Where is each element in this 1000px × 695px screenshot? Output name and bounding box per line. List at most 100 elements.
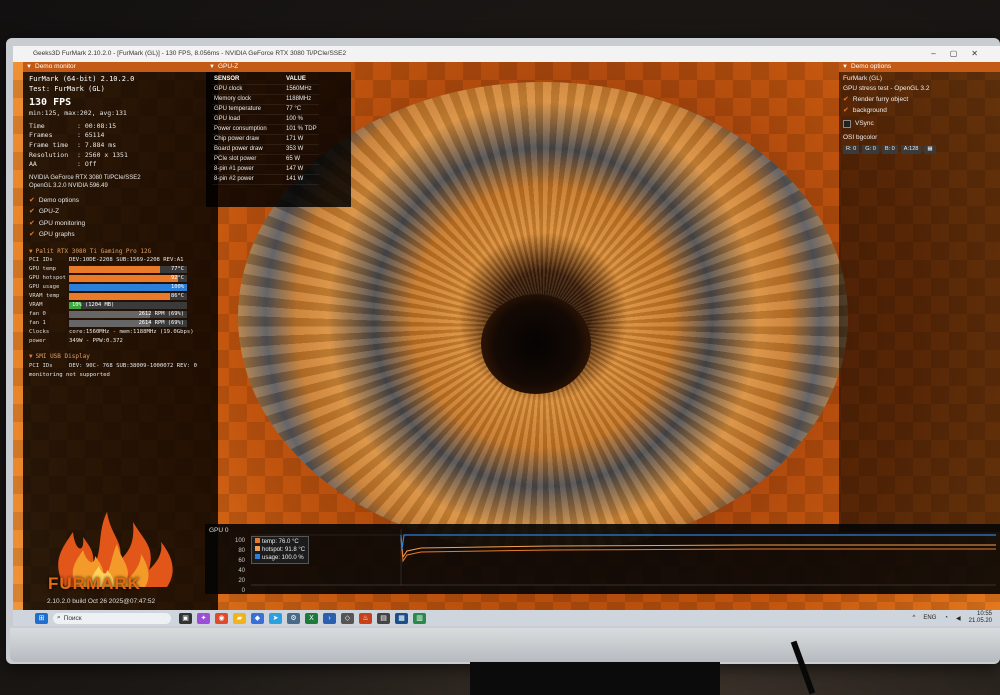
smi-header[interactable]: ▼ SMI USB Display <box>29 352 212 362</box>
power-row: power 349W - PPW:0.372 <box>29 338 123 345</box>
gpuz-sensor-value: 353 W <box>284 144 319 155</box>
render-furry-checkbox[interactable]: ✔ Render furry object <box>843 94 996 105</box>
stat-row: AA: Off <box>29 160 212 170</box>
sensor-row: GPU hotspot 92°C <box>29 274 212 283</box>
collapse-triangle-icon[interactable]: ▼ <box>29 352 33 362</box>
option-label: Demo options <box>38 196 79 204</box>
fps-readout: 130 FPS <box>29 97 72 109</box>
collapse-triangle-icon[interactable]: ▼ <box>26 62 32 72</box>
option-label: GPU-Z <box>38 208 60 216</box>
checkmark-icon: ✔ <box>29 219 35 227</box>
gpuz-table-header: SENSOR VALUE <box>212 75 319 85</box>
sensor-bar: 92°C <box>69 275 187 283</box>
sensor-bars: GPU temp 77°C GPU hotspot 92°C GPU usage 100%… <box>29 265 212 328</box>
file-explorer-icon[interactable]: ▰ <box>233 612 246 624</box>
panel-toggles: ✔ Demo options ✔ GPU-Z ✔ GPU monitoring ✔ GPU g… <box>29 195 212 241</box>
y-tick-label: 80 <box>238 548 245 554</box>
sensor-key: GPU hotspot <box>29 275 67 282</box>
gpuz-header[interactable]: ▼ GPU-Z <box>206 62 351 72</box>
stat-row: Frames : 65114 <box>29 131 212 141</box>
stat-value: : 00:08:15 <box>77 121 117 130</box>
unchecked-box-icon <box>843 120 851 128</box>
gpuz-sensor-name: GPU clock <box>212 84 284 95</box>
sensor-value: 92°C <box>171 275 184 282</box>
demo-monitor-header[interactable]: ▼ Demo monitor <box>23 62 218 72</box>
legend-swatch <box>255 538 260 543</box>
windows-taskbar: ⊞ ⌕ Поиск ▣ ✦ ◉ ▰ ◆ ➤ ⚙ X › ◇ ♨ ▤ ▦ ▥ ^ … <box>13 610 1000 626</box>
option-label: GPU graphs <box>38 231 75 239</box>
checkmark-icon: ✔ <box>843 96 849 103</box>
sensor-bar: 2612 RPM (69%) <box>69 311 187 319</box>
rgba-field[interactable]: G: 0 <box>862 145 879 154</box>
app-icon[interactable]: ◇ <box>341 612 354 624</box>
gpuz-row: PCIe slot power 65 W <box>212 154 319 165</box>
monitor-screen: Geeks3D FurMark 2.10.2.0 - [FurMark (GL)… <box>13 46 1000 626</box>
collapse-triangle-icon[interactable]: ▼ <box>209 62 215 72</box>
demo-options-header[interactable]: ▼ Demo options <box>839 62 1000 72</box>
sensor-value: 2612 RPM (69%) <box>138 311 184 318</box>
graph-plot <box>251 529 996 586</box>
window-titlebar[interactable]: Geeks3D FurMark 2.10.2.0 - [FurMark (GL)… <box>13 46 1000 62</box>
gpuz-sensor-name: 8-pin #1 power <box>212 164 284 175</box>
y-tick-label: 20 <box>238 578 245 584</box>
gpuz-sensor-name: Chip power draw <box>212 134 284 145</box>
option-checkbox[interactable]: ✔ GPU-Z <box>29 206 212 218</box>
graph-legend: temp: 76.0 °C hotspot: 91.8 °C usage: 100.… <box>251 536 310 564</box>
demo-monitor-header-label: Demo monitor <box>35 63 76 70</box>
network-icon[interactable]: ◔ <box>944 615 948 621</box>
clock[interactable]: 10:55 21.05.20 <box>969 611 992 625</box>
stat-key: AA <box>29 160 37 169</box>
rgba-field[interactable]: R: 0 <box>843 145 860 154</box>
rgba-field[interactable]: B: 0 <box>881 145 898 154</box>
color-picker-icon[interactable]: ▦ <box>924 145 936 154</box>
background-checkbox[interactable]: ✔ background <box>843 105 996 116</box>
sensor-bar: 2614 RPM (69%) <box>69 320 187 328</box>
furmark-taskbar-icon[interactable]: ♨ <box>359 612 372 624</box>
stat-row: Frame time: 7.884 ms <box>29 141 212 151</box>
settings-gear-icon[interactable]: ⚙ <box>287 612 300 624</box>
telegram-icon[interactable]: ➤ <box>269 612 282 624</box>
stat-key: Frames <box>29 131 53 140</box>
monitor-app-icon[interactable]: ▦ <box>395 612 408 624</box>
powershell-icon[interactable]: › <box>323 612 336 624</box>
gpuz-sensor-name: Power consumption <box>212 124 284 135</box>
gpuz-row: Memory clock 1188MHz <box>212 94 319 105</box>
task-view-icon[interactable]: ▣ <box>179 612 192 624</box>
window-controls[interactable]: –▢✕ <box>931 46 992 62</box>
osi-bgcolor-label: OSI bgcolor <box>843 134 878 141</box>
collapse-triangle-icon[interactable]: ▼ <box>842 62 848 72</box>
taskbar-search[interactable]: ⌕ Поиск <box>53 612 171 624</box>
card-header[interactable]: ▼ Palit RTX 3080 Ti Gaming Pro 12G <box>29 247 212 257</box>
start-windows-icon[interactable]: ⊞ <box>35 612 48 624</box>
volume-icon[interactable]: ◀ <box>956 615 961 622</box>
option-checkbox[interactable]: ✔ GPU monitoring <box>29 218 212 230</box>
app-icon-2[interactable]: ▥ <box>413 612 426 624</box>
gpuz-row: 8-pin #1 power 147 W <box>212 164 319 175</box>
sensor-bar-fill <box>69 275 178 283</box>
temp-series-line <box>400 538 996 563</box>
rgba-field[interactable]: A:128 <box>900 145 922 154</box>
language-indicator[interactable]: ENG <box>923 615 936 621</box>
gpu-tool-icon[interactable]: ▤ <box>377 612 390 624</box>
option-checkbox[interactable]: ✔ GPU graphs <box>29 229 212 241</box>
chevron-up-icon[interactable]: ^ <box>913 615 916 621</box>
clock-date: 21.05.20 <box>968 618 992 624</box>
excel-icon[interactable]: X <box>305 612 318 624</box>
collapse-triangle-icon[interactable]: ▼ <box>29 247 33 257</box>
gpuz-row: GPU temperature 77 °C <box>212 104 319 115</box>
gpuz-row: Chip power draw 171 W <box>212 134 319 145</box>
vsync-checkbox[interactable]: VSync <box>843 119 996 129</box>
legend-text: temp: 76.0 °C <box>262 539 299 545</box>
sensor-bar: 10% (1204 MB) <box>69 302 187 310</box>
sensor-row: GPU usage 100% <box>29 283 212 292</box>
option-checkbox[interactable]: ✔ Demo options <box>29 195 212 207</box>
gpuz-sensor-table: SENSOR VALUE GPU clock 1560MHz Memory cloc… <box>212 75 319 185</box>
gpuz-sensor-value: 1188MHz <box>284 94 319 105</box>
chrome-icon[interactable]: ◉ <box>215 612 228 624</box>
copilot-icon[interactable]: ✦ <box>197 612 210 624</box>
checkmark-icon: ✔ <box>843 107 849 114</box>
stat-row: Resolution: 2560 x 1351 <box>29 151 212 161</box>
store-icon[interactable]: ◆ <box>251 612 264 624</box>
demo-mode: FurMark (GL) <box>843 75 882 82</box>
stat-value: : 65114 <box>77 131 105 140</box>
